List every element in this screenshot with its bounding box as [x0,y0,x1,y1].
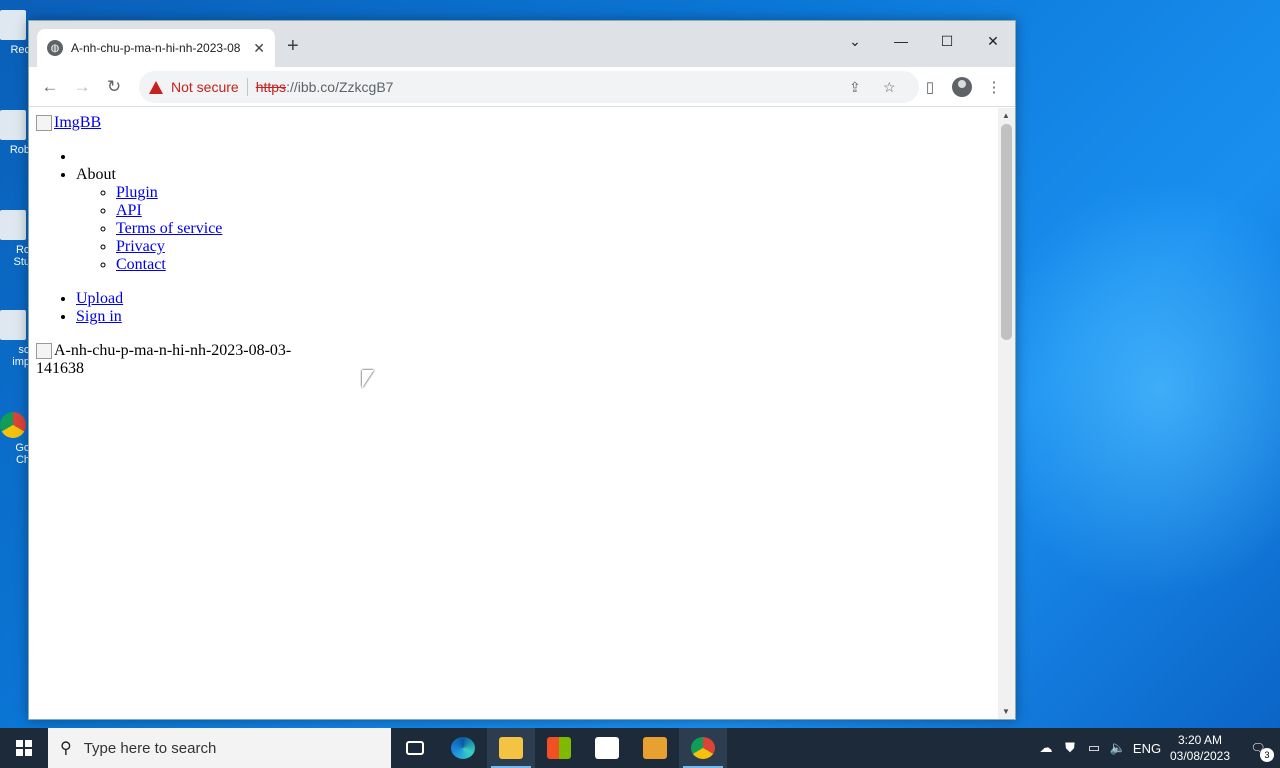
list-item: Upload [76,290,296,308]
list-item: Contact [116,256,296,274]
browser-window: ◍ A-nh-chu-p-ma-n-hi-nh-2023-08 ✕ + ⌄ — … [28,20,1016,720]
share-icon[interactable]: ⇪ [849,79,861,96]
scroll-up-icon[interactable]: ▲ [1002,111,1010,120]
sign-in-link[interactable]: Sign in [76,308,122,325]
menu-about-label: About [76,166,116,183]
taskbar-search[interactable]: ⚲ Type here to search [48,728,391,768]
taskbar-file-explorer[interactable] [487,728,535,768]
taskbar-edge[interactable] [439,728,487,768]
desktop-icon-label: Rob [9,144,30,156]
desktop-icon-google-chrome[interactable]: Go Ch [0,412,30,466]
chrome-icon [0,412,26,438]
list-item: Terms of service [116,220,296,238]
list-item: Privacy [116,238,296,256]
onedrive-icon[interactable]: ☁ [1034,740,1058,756]
edge-icon [451,737,475,759]
task-view-button[interactable] [391,728,439,768]
bookmark-star-icon[interactable]: ☆ [883,79,896,96]
desktop-icon-4[interactable]: so imp [0,310,30,368]
shortcut-icon [0,110,26,140]
vertical-scrollbar[interactable]: ▲ ▼ [998,108,1015,719]
clock-date: 03/08/2023 [1169,749,1231,763]
avatar-icon [952,77,972,97]
minimize-button[interactable]: — [883,27,919,55]
shortcut-icon [0,210,26,240]
media-player-icon [643,737,667,759]
tab-strip: ◍ A-nh-chu-p-ma-n-hi-nh-2023-08 ✕ + ⌄ — … [29,21,1015,67]
taskbar: ⚲ Type here to search ☁ ⛊ ▭ 🔈 ENG 3:20 A… [0,728,1280,768]
tab-title: A-nh-chu-p-ma-n-hi-nh-2023-08 [71,41,241,55]
menu-empty-item [76,148,296,166]
tab-close-button[interactable]: ✕ [253,40,265,57]
search-icon: ⚲ [60,740,72,757]
taskbar-chrome[interactable] [679,728,727,768]
page-viewport: ImgBB About Plugin API Terms of service … [29,108,999,719]
globe-icon: ◍ [47,40,63,56]
browser-toolbar: ← → ↻ Not secure https://ibb.co/ZzkcgB7 … [29,67,1015,107]
taskbar-mail[interactable] [583,728,631,768]
list-item: Plugin [116,184,296,202]
store-icon [547,737,571,759]
list-item: API [116,202,296,220]
menu-about[interactable]: About Plugin API Terms of service Privac… [76,166,296,274]
image-alt-text[interactable]: A-nh-chu-p-ma-n-hi-nh-2023-08-03-141638 [36,342,296,378]
volume-muted-icon[interactable]: 🔈 [1106,740,1130,756]
clock[interactable]: 3:20 AM 03/08/2023 [1164,732,1236,764]
notification-badge: 3 [1260,748,1274,762]
tab-active[interactable]: ◍ A-nh-chu-p-ma-n-hi-nh-2023-08 ✕ [37,29,275,67]
mouse-cursor-icon [362,370,374,388]
new-tab-button[interactable]: + [287,35,299,58]
folder-icon [499,737,523,759]
desktop-icon-3[interactable]: Ro Stu [0,210,30,268]
desktop-wallpaper-glow [980,180,1280,600]
divider [246,78,248,96]
account-menu: Upload Sign in [76,290,296,326]
list-item: Sign in [76,308,296,326]
page-content: ImgBB About Plugin API Terms of service … [36,114,296,378]
security-label[interactable]: Not secure [171,79,239,95]
link-contact[interactable]: Contact [116,256,166,273]
start-button[interactable] [0,728,48,768]
link-terms[interactable]: Terms of service [116,220,222,237]
shortcut-icon [0,310,26,340]
tab-search-button[interactable]: ⌄ [837,27,873,55]
top-menu: About Plugin API Terms of service Privac… [76,148,296,274]
close-window-button[interactable]: ✕ [975,27,1011,55]
link-api[interactable]: API [116,202,142,219]
link-plugin[interactable]: Plugin [116,184,158,201]
chrome-icon [691,737,715,759]
language-indicator[interactable]: ENG [1130,741,1164,756]
taskbar-media[interactable] [631,728,679,768]
back-button[interactable]: ← [37,74,63,100]
security-shield-icon[interactable]: ⛊ [1058,740,1082,756]
mail-icon [595,737,619,759]
address-bar[interactable]: Not secure https://ibb.co/ZzkcgB7 ⇪ ☆ [139,71,919,103]
desktop-icon-2[interactable]: Rob [0,110,30,156]
task-view-icon [406,741,424,755]
scroll-thumb[interactable] [1001,124,1012,340]
forward-button[interactable]: → [69,74,95,100]
reload-button[interactable]: ↻ [101,74,127,100]
recycle-bin-icon [0,10,26,40]
about-submenu: Plugin API Terms of service Privacy Cont… [116,184,296,274]
windows-logo-icon [16,740,32,756]
link-privacy[interactable]: Privacy [116,238,165,255]
desktop-icon-recycle-bin[interactable]: Rec [0,10,30,56]
warning-icon[interactable] [149,80,163,94]
clock-time: 3:20 AM [1177,733,1223,747]
side-panel-icon[interactable]: ▯ [917,74,943,100]
network-icon[interactable]: ▭ [1082,740,1106,756]
menu-kebab-icon[interactable]: ⋮ [981,74,1007,100]
maximize-button[interactable]: ☐ [929,27,965,55]
system-tray: ☁ ⛊ ▭ 🔈 ENG 3:20 AM 03/08/2023 🗨 3 [1034,728,1280,768]
upload-link[interactable]: Upload [76,290,123,307]
url-text[interactable]: https://ibb.co/ZzkcgB7 [256,79,394,95]
notification-center-button[interactable]: 🗨 3 [1236,728,1280,768]
taskbar-store[interactable] [535,728,583,768]
logo-link[interactable]: ImgBB [36,114,101,132]
profile-button[interactable] [949,74,975,100]
search-placeholder: Type here to search [83,739,217,757]
scroll-down-icon[interactable]: ▼ [1002,707,1010,716]
